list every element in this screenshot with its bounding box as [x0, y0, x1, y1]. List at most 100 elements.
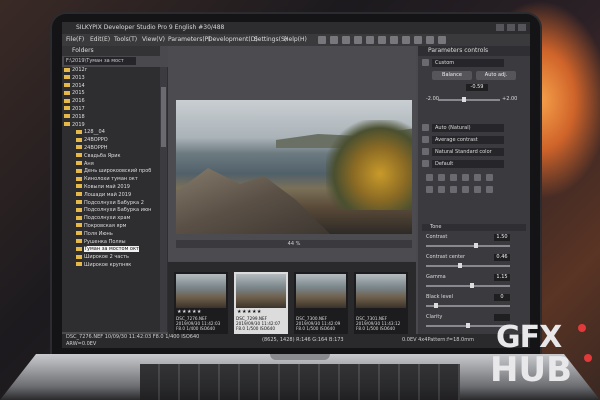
- tone-slider[interactable]: [426, 243, 510, 248]
- toolbar-icon[interactable]: [402, 36, 410, 44]
- folder-item[interactable]: Широкое крупняк: [62, 262, 168, 270]
- tone-slider[interactable]: [426, 263, 510, 268]
- tool-icon[interactable]: [462, 174, 469, 181]
- zoom-bar[interactable]: 44 %: [176, 240, 412, 248]
- wb-dropdown[interactable]: Auto (Natural): [432, 124, 504, 132]
- folder-item[interactable]: Туман за мостом окт: [62, 246, 168, 254]
- toolbar-icon[interactable]: [330, 36, 338, 44]
- wb-icon[interactable]: [422, 124, 429, 131]
- auto-adjust-button[interactable]: Auto adj.: [476, 71, 516, 80]
- contrast-dropdown[interactable]: Average contrast: [432, 136, 504, 144]
- folder-scrollbar[interactable]: [160, 67, 167, 332]
- tone-slider[interactable]: [426, 283, 510, 288]
- folder-item[interactable]: Поля Июнь: [62, 231, 168, 239]
- menu-parameters[interactable]: Parameters(P): [168, 34, 211, 46]
- tone-slider[interactable]: [426, 303, 510, 308]
- contrast-icon[interactable]: [422, 136, 429, 143]
- folder-item[interactable]: Широкое 2 часть: [62, 254, 168, 262]
- minimize-button[interactable]: [496, 24, 504, 31]
- folder-item[interactable]: Покровская ярм: [62, 223, 168, 231]
- folder-item[interactable]: 2018: [62, 114, 168, 122]
- folder-item[interactable]: 2017: [62, 106, 168, 114]
- slider-value[interactable]: 0: [494, 294, 510, 301]
- tool-icon[interactable]: [438, 174, 445, 181]
- folder-item[interactable]: День широкоовский проб: [62, 168, 168, 176]
- folder-item[interactable]: Подсолнухи Бабурка 2: [62, 200, 168, 208]
- thumbnail[interactable]: ★★★★★ DSC_7276.NEF 2019/09/30 11:42:03 F8.0…: [174, 272, 228, 334]
- menu-file[interactable]: File(F): [66, 34, 84, 46]
- maximize-button[interactable]: [507, 24, 515, 31]
- toolbar-icon[interactable]: [354, 36, 362, 44]
- sharpness-dropdown[interactable]: Default: [432, 160, 504, 168]
- rating-stars[interactable]: ★★★★★: [237, 309, 262, 315]
- folder-item[interactable]: Лошади май 2019: [62, 192, 168, 200]
- folders-panel-header[interactable]: Folders: [62, 46, 160, 56]
- tool-icon[interactable]: [474, 186, 481, 193]
- tool-icon[interactable]: [462, 186, 469, 193]
- tool-icon[interactable]: [426, 186, 433, 193]
- slider-value[interactable]: 1.50: [494, 234, 510, 241]
- thumbnail[interactable]: ★★★★★ DSC_7299.NEF 2019/09/30 11:42:07 F8.0…: [234, 272, 288, 334]
- folder-item[interactable]: 2014: [62, 83, 168, 91]
- preset-dropdown[interactable]: Custom: [432, 59, 504, 67]
- folder-item[interactable]: 2013: [62, 75, 168, 83]
- tone-section-header[interactable]: Tone: [422, 224, 526, 231]
- toolbar-icon[interactable]: [342, 36, 350, 44]
- folder-item[interactable]: 2019: [62, 122, 168, 130]
- tool-icon[interactable]: [438, 186, 445, 193]
- toolbar-icon[interactable]: [414, 36, 422, 44]
- exposure-knob[interactable]: [462, 97, 466, 102]
- tool-icon[interactable]: [426, 174, 433, 181]
- folder-item[interactable]: 24ВОРРН: [62, 145, 168, 153]
- tool-icon[interactable]: [450, 186, 457, 193]
- folder-item[interactable]: Свадьба Ярик: [62, 153, 168, 161]
- exposure-slider[interactable]: [438, 97, 500, 102]
- folder-tree[interactable]: 2012г 2013 2014 2015 2016 2017 2018 2019 128__04…: [62, 67, 168, 332]
- thumbnail[interactable]: DSC_7301.NEF 2019/09/30 11:43:12 F8.0 1/50…: [354, 272, 408, 334]
- folder-item[interactable]: 2015: [62, 90, 168, 98]
- folder-item[interactable]: 128__04: [62, 129, 168, 137]
- toolbar-icon[interactable]: [438, 36, 446, 44]
- tool-icon[interactable]: [474, 174, 481, 181]
- color-dropdown[interactable]: Natural Standard color: [432, 148, 504, 156]
- balance-button[interactable]: Balance: [432, 71, 472, 80]
- scrollbar-thumb[interactable]: [161, 87, 166, 147]
- toolbar-icon[interactable]: [378, 36, 386, 44]
- folder-item[interactable]: Подсолнухи Бабурка июн: [62, 207, 168, 215]
- tool-icon[interactable]: [486, 174, 493, 181]
- menu-development[interactable]: Development(D): [208, 34, 258, 46]
- slider-knob[interactable]: [474, 243, 478, 248]
- folder-item[interactable]: Ковыли май 2019: [62, 184, 168, 192]
- folder-item[interactable]: Рушенка Поляы: [62, 239, 168, 247]
- slider-knob[interactable]: [434, 303, 438, 308]
- thumbnail[interactable]: DSC_7300.NEF 2019/09/30 11:42:09 F8.0 1/50…: [294, 272, 348, 334]
- rating-stars[interactable]: ★★★★★: [177, 309, 202, 315]
- slider-value[interactable]: 0.46: [494, 254, 510, 261]
- slider-knob[interactable]: [470, 283, 474, 288]
- menu-edit[interactable]: Edit(E): [90, 34, 110, 46]
- sharpness-icon[interactable]: [422, 160, 429, 167]
- toolbar-icon[interactable]: [318, 36, 326, 44]
- close-button[interactable]: [518, 24, 526, 31]
- folder-item[interactable]: 24ВОРРО: [62, 137, 168, 145]
- menu-help[interactable]: Help(H): [284, 34, 307, 46]
- toolbar-icon[interactable]: [390, 36, 398, 44]
- exposure-value[interactable]: -0.59: [466, 84, 488, 91]
- folder-item[interactable]: 2016: [62, 98, 168, 106]
- folder-item[interactable]: Кинолохи туман окт: [62, 176, 168, 184]
- slider-knob[interactable]: [458, 263, 462, 268]
- preset-icon[interactable]: [422, 59, 429, 66]
- menu-view[interactable]: View(V): [142, 34, 165, 46]
- slider-value[interactable]: 1.15: [494, 274, 510, 281]
- toolbar-icon[interactable]: [366, 36, 374, 44]
- menu-settings[interactable]: Settings(S): [254, 34, 287, 46]
- menu-tools[interactable]: Tools(T): [114, 34, 137, 46]
- folder-item[interactable]: 2012г: [62, 67, 168, 75]
- folder-item[interactable]: Подсолнухи храм: [62, 215, 168, 223]
- toolbar-icon[interactable]: [426, 36, 434, 44]
- folder-path-field[interactable]: F:\2019\Туман за мост: [64, 57, 136, 65]
- preview-image[interactable]: [176, 100, 412, 234]
- tool-icon[interactable]: [486, 186, 493, 193]
- slider-knob[interactable]: [466, 323, 470, 328]
- color-icon[interactable]: [422, 148, 429, 155]
